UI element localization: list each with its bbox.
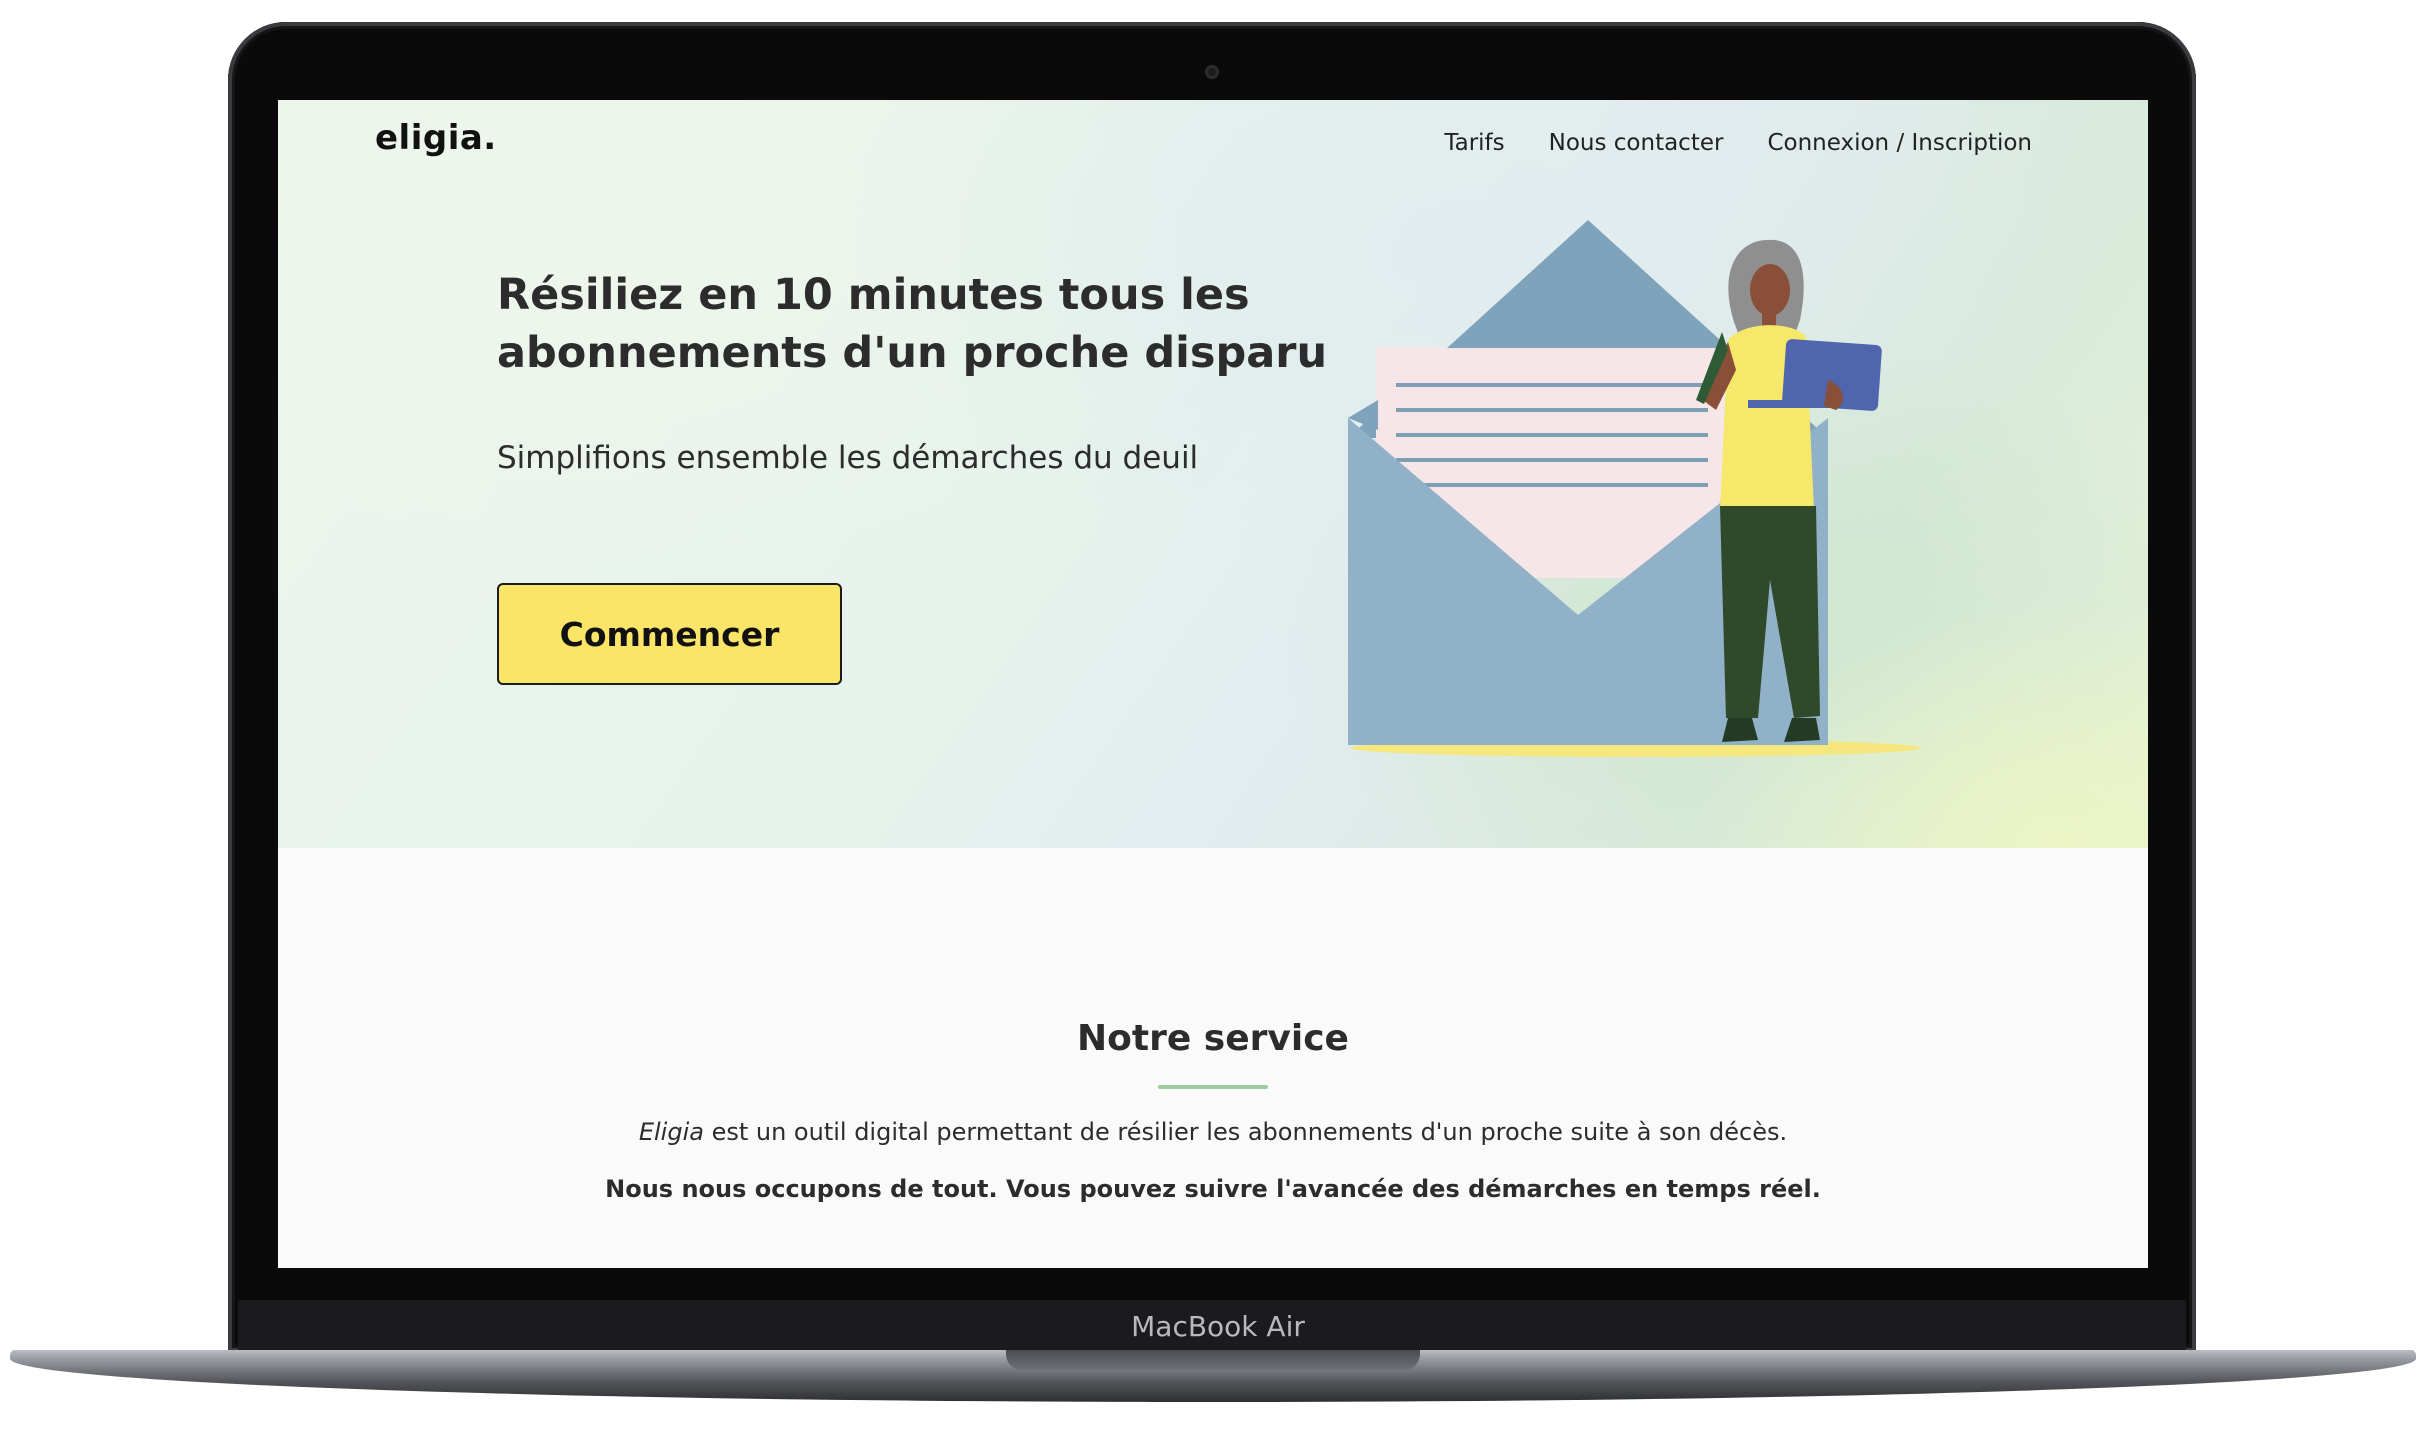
hero-title: Résiliez en 10 minutes tous les abonneme… — [497, 270, 1328, 378]
service-section: Notre service Eligia est un outil digita… — [278, 848, 2148, 1268]
title-underline — [1158, 1085, 1268, 1089]
laptop-hinge-notch — [1006, 1350, 1420, 1370]
hero-section: eligia. Tarifs Nous contacter Connexion … — [278, 100, 2148, 848]
service-description-text: est un outil digital permettant de résil… — [703, 1118, 1788, 1146]
main-nav: Tarifs Nous contacter Connexion / Inscri… — [1444, 130, 2032, 156]
camera-icon — [1205, 65, 1219, 79]
service-title: Notre service — [1077, 1018, 1349, 1059]
nav-link-tarifs[interactable]: Tarifs — [1444, 130, 1504, 156]
hero-subtitle: Simplifions ensemble les démarches du de… — [497, 440, 1199, 476]
brand-logo[interactable]: eligia. — [375, 118, 497, 158]
start-button[interactable]: Commencer — [497, 583, 842, 685]
nav-link-contact[interactable]: Nous contacter — [1549, 130, 1724, 156]
device-model-label: MacBook Air — [1131, 1310, 1305, 1343]
hero-illustration — [1348, 220, 1921, 757]
nav-link-login[interactable]: Connexion / Inscription — [1767, 130, 2032, 156]
brand-name: Eligia — [638, 1118, 704, 1146]
service-highlight: Nous nous occupons de tout. Vous pouvez … — [605, 1175, 1821, 1203]
service-description: Eligia est un outil digital permettant d… — [278, 1118, 2148, 1146]
browser-screen: eligia. Tarifs Nous contacter Connexion … — [278, 100, 2148, 1268]
